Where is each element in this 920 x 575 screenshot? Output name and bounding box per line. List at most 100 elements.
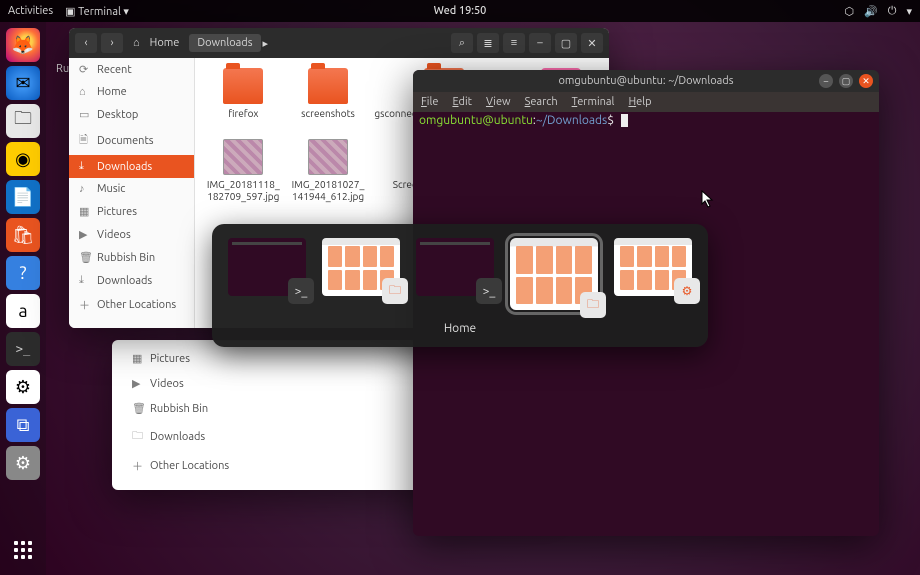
file-item[interactable]: screenshots <box>290 68 367 131</box>
file-item[interactable]: IMG_​20181118_​182709_​597.jpg <box>205 139 282 202</box>
terminal-icon: >_ <box>288 278 314 304</box>
sidebar-item-icon: ⌂ <box>79 86 91 98</box>
terminal-icon: ▣ <box>65 6 75 18</box>
clock[interactable]: Wed 19:50 <box>434 5 487 17</box>
folder-icon <box>308 68 348 104</box>
path-segment-home[interactable]: Home <box>142 34 188 52</box>
prompt-end: $ <box>607 114 614 127</box>
sidebar-item-icon: 🗀 <box>132 427 144 446</box>
switcher-item[interactable]: >_ <box>228 238 306 296</box>
switcher-item[interactable]: 🗀 <box>322 238 400 296</box>
terminal-cursor <box>621 114 628 127</box>
pathbar: ⌂ Home Downloads ▸ <box>133 34 268 52</box>
terminal-menu-terminal[interactable]: Terminal <box>572 96 615 108</box>
mouse-cursor-icon <box>701 190 715 208</box>
terminal-menu-edit[interactable]: Edit <box>452 96 472 108</box>
activities-button[interactable]: Activities <box>8 5 53 17</box>
chevron-left-icon: ‹ <box>84 37 87 49</box>
system-menu-dropdown-icon[interactable]: ▾ <box>906 5 912 18</box>
file-name: IMG_​20181027_​141944_​612.jpg <box>290 179 367 202</box>
terminal-close-button[interactable]: ✕ <box>859 74 873 88</box>
close-icon: ✕ <box>587 37 596 50</box>
switcher-item[interactable]: >_ <box>416 238 494 296</box>
hamburger-button[interactable]: ≡ <box>503 33 525 53</box>
sidebar-item-icon: 🗑 <box>132 402 144 415</box>
sidebar-item-icon: ▶ <box>79 228 91 241</box>
sidebar-item-icon: ＋ <box>132 458 144 474</box>
show-applications-button[interactable] <box>14 541 32 569</box>
nav-forward-button[interactable]: › <box>101 33 123 53</box>
terminal-titlebar: omgubuntu@ubuntu: ~/Downloads – ▢ ✕ <box>413 70 879 92</box>
terminal-menu-help[interactable]: Help <box>628 96 651 108</box>
terminal-menu-view[interactable]: View <box>486 96 511 108</box>
terminal-minimize-button[interactable]: – <box>819 74 833 88</box>
maximize-button[interactable]: ▢ <box>555 33 577 53</box>
path-segment-current[interactable]: Downloads <box>189 34 260 52</box>
power-icon[interactable]: ⏻ <box>888 5 897 18</box>
nav-back-button[interactable]: ‹ <box>75 33 97 53</box>
switcher-item[interactable]: 🗀 <box>510 238 598 310</box>
sidebar-item-downloads[interactable]: ⤓Downloads <box>69 155 194 178</box>
file-item[interactable]: firefox <box>205 68 282 131</box>
sidebar-item-pictures[interactable]: ▦Pictures <box>69 200 194 223</box>
dock-item-files[interactable]: 🗀 <box>6 104 40 138</box>
sidebar-item-icon: 🗎 <box>79 131 91 150</box>
sidebar-item-other-locations[interactable]: ＋Other Locations <box>69 292 194 318</box>
switcher-thumbnail: ⚙ <box>614 238 692 296</box>
dock-item-screenshot[interactable]: ⧉ <box>6 408 40 442</box>
sidebar-item-label: Other Locations <box>150 460 229 472</box>
dock-item-writer[interactable]: 📄 <box>6 180 40 214</box>
terminal-maximize-button[interactable]: ▢ <box>839 74 853 88</box>
sidebar-item-rubbish-bin[interactable]: 🗑Rubbish Bin <box>69 246 194 269</box>
minimize-button[interactable]: – <box>529 33 551 53</box>
list-view-button[interactable]: ≣ <box>477 33 499 53</box>
sidebar-item-icon: ⟳ <box>79 63 91 76</box>
search-icon: ⌕ <box>459 37 465 50</box>
dock-item-thunderbird[interactable]: ✉ <box>6 66 40 100</box>
dock-item-help[interactable]: ? <box>6 256 40 290</box>
path-dropdown-icon[interactable]: ▸ <box>263 37 269 50</box>
sidebar-item-label: Pictures <box>97 206 137 218</box>
network-icon[interactable]: ⬡ <box>844 5 854 18</box>
sidebar-item-icon: ⤓ <box>79 160 91 173</box>
terminal-body[interactable]: omgubuntu@ubuntu:~/Downloads$ <box>413 112 879 129</box>
folder-icon <box>223 68 263 104</box>
app-menu-indicator[interactable]: ▣ Terminal ▾ <box>65 5 129 18</box>
search-button[interactable]: ⌕ <box>451 33 473 53</box>
sidebar-item-documents[interactable]: 🗎 Documents <box>69 126 194 155</box>
settings-icon: ⚙ <box>674 278 700 304</box>
sidebar-item-downloads[interactable]: ⤓Downloads <box>69 269 194 292</box>
sidebar-item-label: Downloads <box>150 431 205 443</box>
file-item[interactable]: IMG_​20181027_​141944_​612.jpg <box>290 139 367 202</box>
sidebar-item-label: Recent <box>97 64 132 76</box>
dock-item-terminal[interactable]: >_ <box>6 332 40 366</box>
sidebar-item-label: Documents <box>97 135 154 147</box>
switcher-selected-label: Home <box>228 322 692 335</box>
top-bar: Activities ▣ Terminal ▾ Wed 19:50 ⬡ 🔊 ⏻ … <box>0 0 920 22</box>
dock-item-firefox[interactable]: 🦊 <box>6 28 40 62</box>
menu-icon: ≡ <box>511 37 517 49</box>
prompt-user: omgubuntu@ubuntu <box>419 114 533 127</box>
sidebar-item-home[interactable]: ⌂Home <box>69 81 194 103</box>
chevron-right-icon: › <box>110 37 113 49</box>
sidebar-item-recent[interactable]: ⟳ Recent <box>69 58 194 81</box>
sidebar-item-music[interactable]: ♪Music <box>69 178 194 200</box>
sidebar-item-desktop[interactable]: ▭Desktop <box>69 103 194 126</box>
dock-item-settings[interactable]: ⚙ <box>6 446 40 480</box>
dock-item-software[interactable]: 🛍 <box>6 218 40 252</box>
terminal-menu-search[interactable]: Search <box>525 96 558 108</box>
sidebar-item-videos[interactable]: ▶Videos <box>69 223 194 246</box>
switcher-thumbnail: 🗀 <box>322 238 400 296</box>
sidebar-item-label: Music <box>97 183 125 195</box>
dock-item-tweaks[interactable]: ⚙ <box>6 370 40 404</box>
close-button[interactable]: ✕ <box>581 33 603 53</box>
dock-item-rhythmbox[interactable]: ◉ <box>6 142 40 176</box>
terminal-menu-file[interactable]: File <box>421 96 438 108</box>
terminal-title: omgubuntu@ubuntu: ~/Downloads <box>558 75 733 87</box>
app-menu-label: Terminal <box>78 6 121 18</box>
switcher-thumbnail: >_ <box>416 238 494 296</box>
volume-icon[interactable]: 🔊 <box>864 5 878 18</box>
switcher-item[interactable]: ⚙ <box>614 238 692 296</box>
dock-item-amazon[interactable]: a <box>6 294 40 328</box>
files-sidebar: ⟳ Recent ⌂Home▭Desktop 🗎 Documents ⤓Downloads… <box>69 58 195 328</box>
